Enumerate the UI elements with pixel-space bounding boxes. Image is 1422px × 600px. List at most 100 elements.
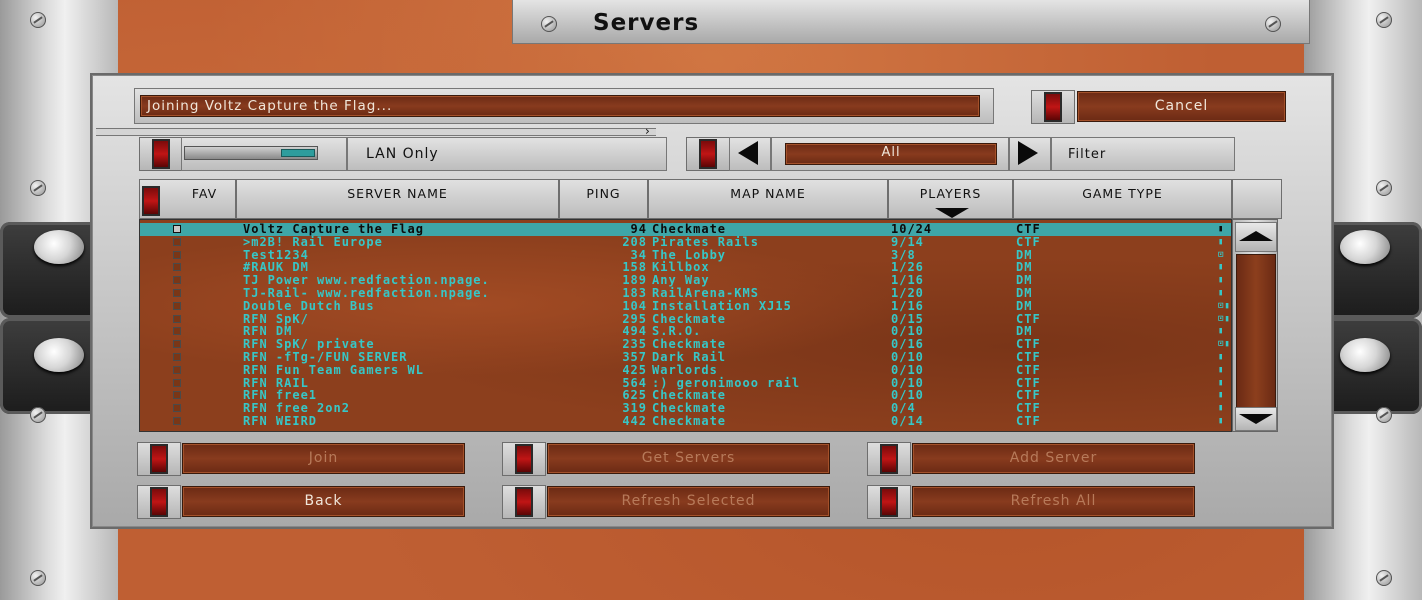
screw-icon (1376, 12, 1392, 28)
favorite-checkbox[interactable] (173, 250, 181, 259)
join-button[interactable]: Join (182, 443, 465, 474)
server-status-icon: ▮ (1218, 236, 1225, 247)
lan-only-toggle[interactable] (184, 146, 318, 160)
status-bar: Joining Voltz Capture the Flag... (140, 95, 980, 117)
table-row[interactable]: >m2B! Rail Europe 208 Pirates Rails 9/14 CTF… (140, 234, 1231, 249)
favorite-checkbox[interactable] (173, 289, 181, 297)
ping-cell: 357 (622, 350, 647, 364)
server-status-icon: ▮ (1218, 275, 1225, 286)
filter-next-button[interactable] (1009, 137, 1051, 171)
favorite-checkbox[interactable] (173, 263, 181, 272)
column-header-map-name[interactable]: MAP NAME (648, 179, 888, 219)
knob-icon (34, 338, 84, 372)
players-cell: 0/14 (891, 414, 924, 428)
favorite-checkbox[interactable] (173, 391, 181, 400)
arrow-down-icon (1239, 414, 1273, 424)
fav-led (142, 186, 160, 216)
filter-prev-button[interactable] (729, 137, 771, 171)
scroll-up-button[interactable] (1235, 222, 1277, 252)
server-status-icon: ▮ (1218, 352, 1225, 362)
favorite-checkbox[interactable] (173, 225, 181, 233)
favorite-checkbox[interactable] (173, 353, 181, 361)
scroll-thumb[interactable] (1236, 254, 1276, 428)
add-server-button[interactable]: Add Server (912, 443, 1195, 474)
server-name-cell: Double Dutch Bus (243, 298, 375, 313)
server-status-icon: ⊡▮ (1218, 339, 1231, 350)
knob-icon (1340, 230, 1390, 264)
players-cell: 10/24 (891, 222, 933, 236)
back-button[interactable]: Back (182, 486, 465, 517)
screw-icon (1376, 180, 1392, 196)
server-status-icon: ⊡ (1218, 249, 1225, 260)
screw-icon (30, 12, 46, 28)
screw-icon (541, 16, 557, 32)
refresh-all-button[interactable]: Refresh All (912, 486, 1195, 517)
column-header-server-name[interactable]: SERVER NAME (236, 179, 559, 219)
table-row[interactable]: TJ-Rail- www.redfaction.npage. 183 RailAre… (140, 286, 1231, 300)
refresh-selected-button[interactable]: Refresh Selected (547, 486, 830, 517)
favorite-checkbox[interactable] (173, 378, 181, 387)
back-led (137, 485, 181, 519)
lan-only-label: LAN Only (366, 146, 439, 162)
table-row[interactable]: Voltz Capture the Flag 94 Checkmate 10/24 CT… (140, 222, 1231, 236)
ping-cell: 208 (622, 234, 647, 249)
favorite-checkbox[interactable] (173, 237, 181, 246)
toggle-knob (281, 149, 315, 157)
ping-cell: 425 (622, 362, 647, 377)
server-list[interactable]: Voltz Capture the Flag 94 Checkmate 10/24 CT… (139, 219, 1232, 432)
get-servers-button[interactable]: Get Servers (547, 443, 830, 474)
game-type-cell: CTF (1016, 234, 1041, 249)
players-cell: 9/14 (891, 234, 924, 249)
column-header-players[interactable]: PLAYERS (888, 179, 1013, 219)
screw-icon (1265, 16, 1281, 32)
add-server-led (867, 442, 911, 476)
map-name-cell: Installation XJ15 (652, 298, 792, 313)
map-name-cell: Warlords (652, 362, 718, 377)
get-servers-label: Get Servers (641, 450, 736, 466)
filter-value-box: All (771, 137, 1009, 171)
scroll-down-button[interactable] (1235, 407, 1277, 431)
players-cell: 1/20 (891, 286, 924, 300)
server-status-icon: ▮ (1218, 288, 1225, 298)
column-label: SERVER NAME (347, 186, 448, 201)
favorite-checkbox[interactable] (173, 327, 181, 336)
favorite-checkbox[interactable] (173, 404, 181, 413)
table-row[interactable]: RFN -fTg-/FUN SERVER 357 Dark Rail 0/10 CTF ▮ (140, 350, 1231, 364)
favorite-checkbox[interactable] (173, 301, 181, 310)
filter-label: Filter (1068, 147, 1107, 162)
favorite-checkbox[interactable] (173, 314, 181, 323)
column-label: FAV (191, 186, 218, 201)
refresh-all-led (867, 485, 911, 519)
map-name-cell: Checkmate (652, 222, 727, 236)
ping-cell: 94 (630, 222, 647, 236)
screw-icon (30, 570, 46, 586)
table-row[interactable]: Double Dutch Bus 104 Installation XJ15 1/16… (140, 298, 1231, 313)
column-header-fav[interactable]: FAV (139, 179, 236, 219)
table-row[interactable]: RFN WEIRD 442 Checkmate 0/14 CTF ▮ (140, 414, 1231, 428)
map-name-cell: Pirates Rails (652, 234, 759, 249)
filter-value-field[interactable]: All (785, 143, 997, 165)
column-header-game-type[interactable]: GAME TYPE (1013, 179, 1232, 219)
list-scrollbar[interactable] (1232, 219, 1278, 432)
screw-icon (30, 407, 46, 423)
server-status-icon: ⊡▮ (1218, 300, 1231, 311)
progress-track (96, 128, 656, 136)
server-status-icon: ▮ (1218, 262, 1225, 273)
knob-icon (34, 230, 84, 264)
favorite-checkbox[interactable] (173, 365, 181, 374)
favorite-checkbox[interactable] (173, 276, 181, 285)
favorite-checkbox[interactable] (173, 340, 181, 349)
ping-cell: 442 (622, 414, 647, 428)
column-label: PLAYERS (919, 186, 982, 201)
column-header-ping[interactable]: PING (559, 179, 648, 219)
players-cell: 0/10 (891, 350, 924, 364)
get-servers-led (502, 442, 546, 476)
add-server-label: Add Server (1009, 450, 1098, 466)
filter-label-box: Filter (1051, 137, 1235, 171)
status-message: Joining Voltz Capture the Flag... (147, 98, 393, 114)
table-row[interactable]: RFN Fun Team Gamers WL 425 Warlords 0/10 CTF… (140, 362, 1231, 377)
map-name-cell: Checkmate (652, 414, 727, 428)
cancel-button[interactable]: Cancel (1077, 91, 1286, 122)
favorite-checkbox[interactable] (173, 417, 181, 425)
column-label: GAME TYPE (1082, 186, 1163, 201)
